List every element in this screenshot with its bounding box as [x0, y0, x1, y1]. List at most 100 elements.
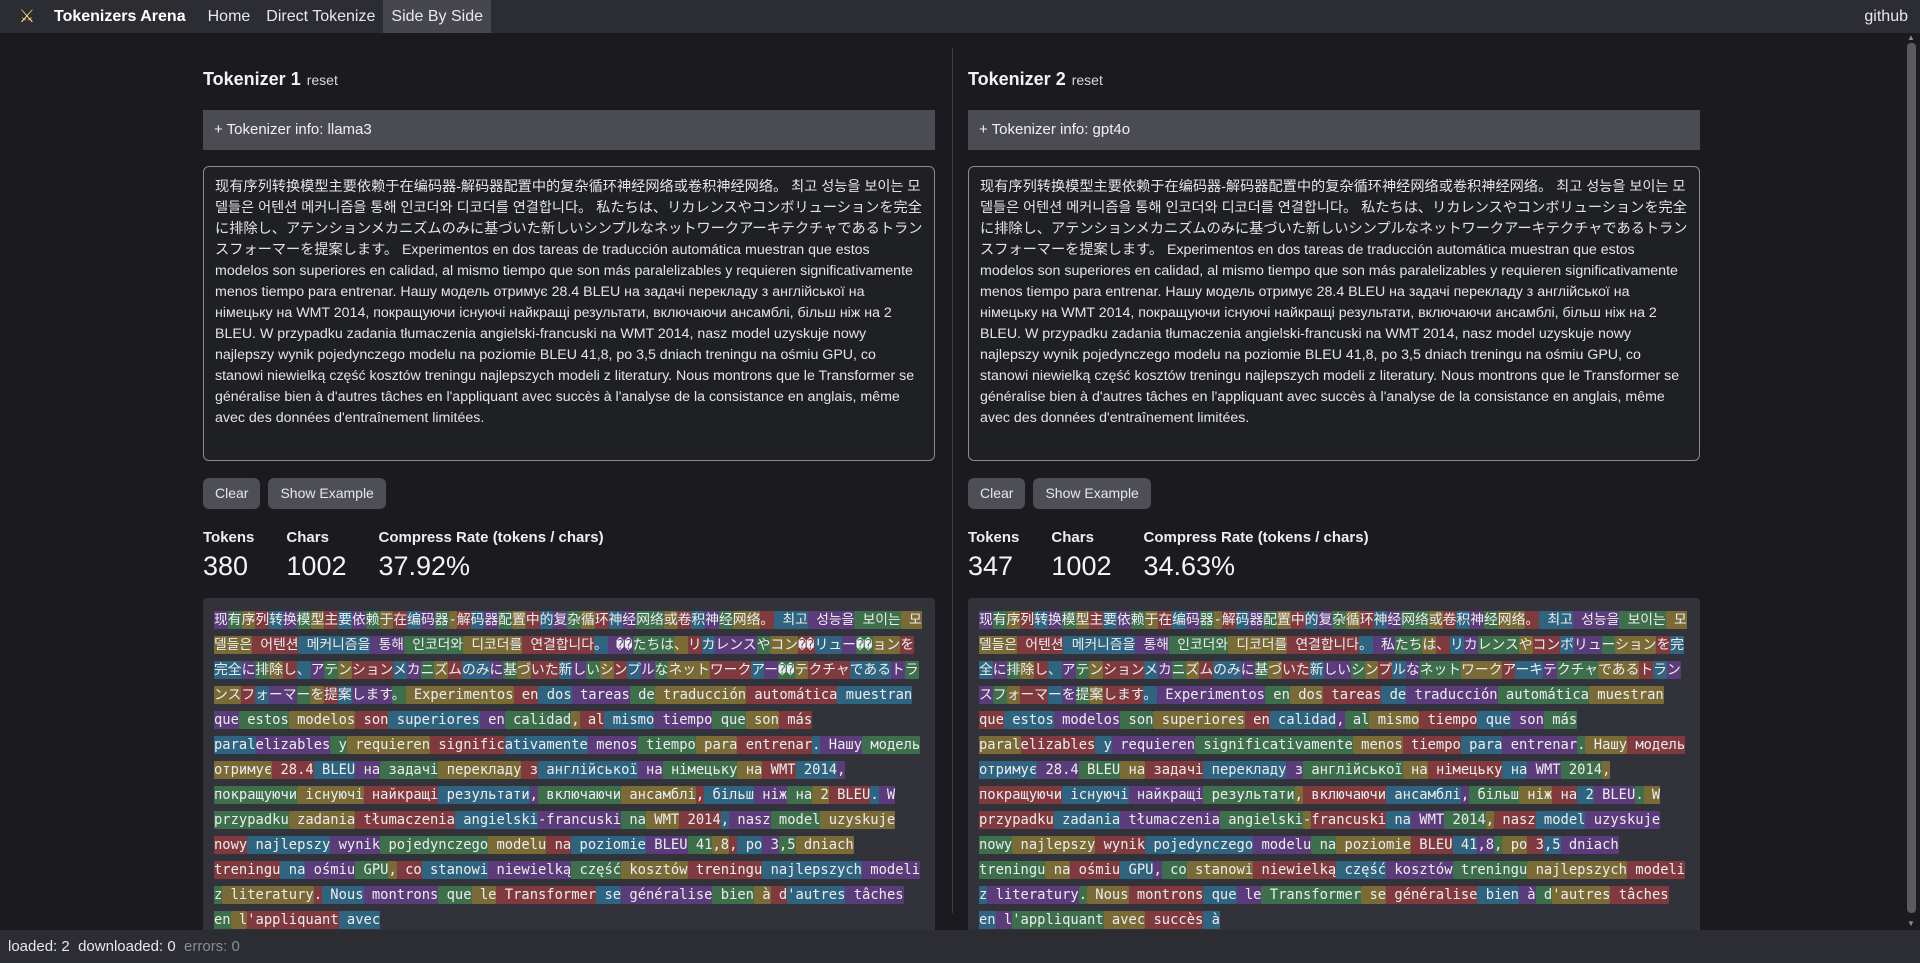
- token[interactable]: ンス: [214, 686, 242, 704]
- token[interactable]: 성능을: [1572, 611, 1620, 629]
- token[interactable]: wynik: [1095, 836, 1146, 854]
- token[interactable]: ネット: [668, 661, 710, 679]
- token[interactable]: modeli: [1626, 861, 1686, 879]
- token[interactable]: 或: [1428, 611, 1443, 629]
- nav-link-direct-tokenize[interactable]: Direct Tokenize: [258, 0, 383, 33]
- crossed-swords-logo-icon[interactable]: ⚔: [0, 0, 54, 33]
- scrollbar-thumb[interactable]: [1907, 43, 1916, 913]
- token[interactable]: プ: [1378, 661, 1393, 679]
- token[interactable]: に: [992, 661, 1007, 679]
- token[interactable]: 案: [1089, 686, 1104, 704]
- token[interactable]: model: [770, 811, 821, 829]
- token[interactable]: ー: [296, 686, 311, 704]
- scroll-up-arrow-icon[interactable]: ▲: [1907, 33, 1915, 42]
- token[interactable]: modeli: [861, 861, 921, 879]
- token[interactable]: на: [737, 761, 763, 779]
- input-textarea[interactable]: 现有序列转换模型主要依赖于在编码器-解码器配置中的复杂循环神经网络或卷积神经网络…: [968, 166, 1700, 461]
- token[interactable]: більш: [704, 786, 754, 804]
- token[interactable]: bien: [1477, 886, 1519, 904]
- token[interactable]: ォ: [1006, 686, 1021, 704]
- token[interactable]: シ: [599, 661, 614, 679]
- token[interactable]: W: [1643, 786, 1661, 804]
- token[interactable]: część: [1336, 861, 1387, 879]
- token[interactable]: Transformer: [1261, 886, 1362, 904]
- token[interactable]: 2014: [795, 761, 838, 779]
- token[interactable]: テ: [794, 661, 809, 679]
- token[interactable]: son: [355, 711, 389, 729]
- token[interactable]: ョン: [872, 636, 901, 654]
- token[interactable]: 杂: [567, 611, 582, 629]
- token[interactable]: 연결합니다: [1287, 636, 1359, 654]
- token[interactable]: 杂: [1332, 611, 1347, 629]
- token[interactable]: tiempo: [1402, 736, 1461, 754]
- token[interactable]: y: [1095, 736, 1112, 754]
- token[interactable]: ン: [1089, 661, 1104, 679]
- token[interactable]: 复: [1318, 611, 1333, 629]
- token[interactable]: model: [1535, 811, 1586, 829]
- token[interactable]: stanowi: [1186, 861, 1254, 879]
- token[interactable]: przypadku: [979, 811, 1054, 829]
- token[interactable]: na: [546, 836, 572, 854]
- token[interactable]: ,5: [778, 836, 796, 854]
- token[interactable]: 循: [581, 611, 595, 629]
- token[interactable]: calidad: [1269, 711, 1337, 729]
- token[interactable]: muestran: [1588, 686, 1664, 704]
- token[interactable]: tâches: [845, 886, 904, 904]
- token[interactable]: literatury: [222, 886, 314, 904]
- token[interactable]: BLEU: [1078, 761, 1121, 779]
- token[interactable]: します: [351, 686, 392, 704]
- token[interactable]: 성능을: [807, 611, 855, 629]
- token[interactable]: カ: [1463, 636, 1478, 654]
- token[interactable]: en: [479, 711, 505, 729]
- token[interactable]: на: [1120, 761, 1146, 779]
- token[interactable]: WMT: [762, 761, 796, 779]
- token[interactable]: のみ: [1213, 661, 1241, 679]
- token[interactable]: 主: [324, 611, 339, 629]
- token[interactable]: レンス: [715, 636, 757, 654]
- token[interactable]: 연결합니다: [522, 636, 594, 654]
- token[interactable]: ション: [1103, 661, 1145, 679]
- token[interactable]: 或: [663, 611, 678, 629]
- token[interactable]: ニ: [420, 661, 435, 679]
- token[interactable]: 码: [1235, 611, 1250, 629]
- token[interactable]: son: [1510, 711, 1544, 729]
- token[interactable]: を: [900, 636, 914, 654]
- token[interactable]: найкращі: [1128, 786, 1204, 804]
- token[interactable]: 解: [456, 611, 471, 629]
- token[interactable]: 어텐션: [1017, 636, 1064, 654]
- token[interactable]: 2014: [679, 811, 721, 829]
- token[interactable]: ン: [338, 661, 352, 679]
- token[interactable]: 'autres: [787, 886, 846, 904]
- token[interactable]: literatury: [987, 886, 1079, 904]
- token[interactable]: 。: [1358, 636, 1373, 654]
- token[interactable]: 经: [1484, 611, 1498, 629]
- token[interactable]: en: [1264, 686, 1290, 704]
- token[interactable]: з: [1286, 761, 1304, 779]
- token[interactable]: 环: [1359, 611, 1374, 629]
- token[interactable]: ラ: [1653, 661, 1667, 679]
- token[interactable]: 型: [1075, 611, 1090, 629]
- token[interactable]: отримує: [214, 761, 273, 779]
- token[interactable]: ー: [842, 636, 856, 654]
- token[interactable]: 中: [525, 611, 540, 629]
- token[interactable]: 模: [296, 611, 311, 629]
- token[interactable]: 有: [227, 611, 242, 629]
- token[interactable]: Нашу: [1585, 736, 1628, 754]
- token[interactable]: найкращі: [363, 786, 439, 804]
- token[interactable]: більш: [1469, 786, 1519, 804]
- show-example-button[interactable]: Show Example: [1033, 478, 1151, 509]
- token[interactable]: treningu: [979, 861, 1046, 879]
- token[interactable]: コン: [1532, 636, 1561, 654]
- token[interactable]: signific: [430, 736, 505, 754]
- token[interactable]: na: [1311, 836, 1337, 854]
- token[interactable]: .: [313, 886, 322, 904]
- token[interactable]: 网络: [1497, 611, 1526, 629]
- token[interactable]: ア: [310, 661, 325, 679]
- token[interactable]: 3: [762, 836, 779, 854]
- token[interactable]: al: [1344, 711, 1370, 729]
- token[interactable]: 码: [420, 611, 435, 629]
- token[interactable]: メ: [392, 661, 407, 679]
- token[interactable]: ル: [1392, 661, 1406, 679]
- token[interactable]: い: [586, 661, 600, 679]
- token[interactable]: ,: [571, 711, 580, 729]
